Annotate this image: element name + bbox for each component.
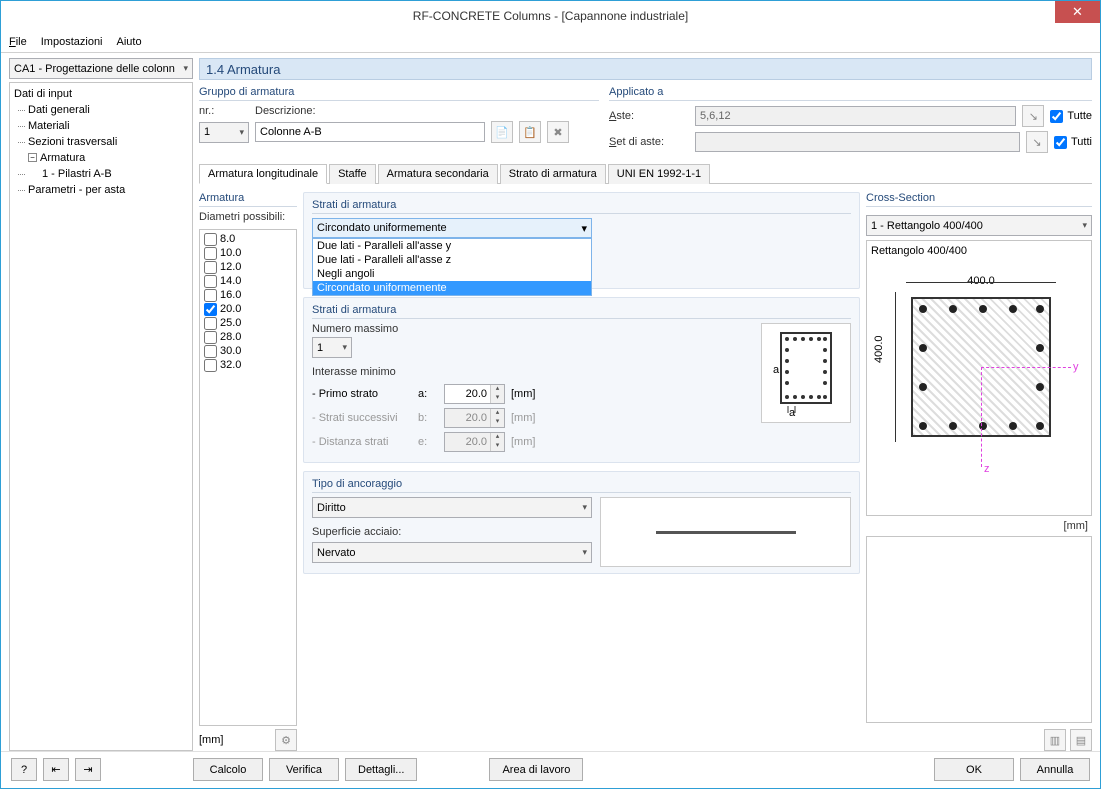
case-combo[interactable]: CA1 - Progettazione delle colonn ▾ [9, 58, 193, 79]
cs-unit: [mm] [866, 520, 1092, 532]
section-title: Strati di armatura [312, 304, 851, 319]
set-label: Set di aste: [609, 136, 689, 148]
tab-staffe[interactable]: Staffe [329, 164, 376, 184]
tab-strato[interactable]: Strato di armatura [500, 164, 606, 184]
menu-help[interactable]: Aiuto [117, 36, 142, 48]
section-title: Cross-Section [866, 192, 1092, 207]
anchor-type-combo[interactable]: Diritto▾ [312, 497, 592, 518]
verify-button[interactable]: Verifica [269, 758, 339, 781]
menu-settings[interactable]: Impostazioni [41, 36, 103, 48]
diameter-option[interactable]: 10.0 [204, 246, 292, 260]
cs-info-box [866, 536, 1092, 723]
aste-input[interactable] [695, 106, 1016, 126]
section-title: Strati di armatura [312, 199, 851, 214]
dropdown-option[interactable]: Circondato uniformemente [313, 281, 591, 295]
dropdown-option[interactable]: Negli angoli [313, 267, 591, 281]
copy-icon[interactable]: 📋 [519, 121, 541, 143]
desc-label: Descrizione: [255, 105, 316, 117]
calc-button[interactable]: Calcolo [193, 758, 263, 781]
cross-section-view: Rettangolo 400/400 400.0 400.0 [866, 240, 1092, 516]
dropdown-list[interactable]: Due lati - Paralleli all'asse y Due lati… [312, 238, 592, 296]
svg-text:a: a [789, 407, 796, 418]
nr-combo[interactable]: 1▾ [199, 122, 249, 143]
desc-input[interactable] [255, 122, 485, 142]
ok-button[interactable]: OK [934, 758, 1014, 781]
nr-label: nr.: [199, 105, 249, 117]
tab-norm[interactable]: UNI EN 1992-1-1 [608, 164, 710, 184]
close-button[interactable]: ✕ [1055, 1, 1100, 23]
menu-bar: File Impostazioni Aiuto [1, 31, 1100, 53]
dropdown-option[interactable]: Due lati - Paralleli all'asse z [313, 253, 591, 267]
interasse-label: Interasse minimo [312, 366, 751, 378]
tree-item[interactable]: Dati generali [14, 102, 188, 118]
help-button[interactable]: ? [11, 758, 37, 781]
window-title: RF-CONCRETE Columns - [Capannone industr… [413, 9, 688, 23]
diameter-option[interactable]: 30.0 [204, 344, 292, 358]
new-icon[interactable]: 📄 [491, 121, 513, 143]
tree-item[interactable]: Materiali [14, 118, 188, 134]
settings-icon[interactable]: ⚙ [275, 729, 297, 751]
details-button[interactable]: Dettagli... [345, 758, 417, 781]
section-title: Tipo di ancoraggio [312, 478, 851, 493]
surface-combo[interactable]: Nervato▾ [312, 542, 592, 563]
layout-preview: a a [761, 323, 851, 423]
diameter-option[interactable]: 28.0 [204, 330, 292, 344]
pick-icon[interactable]: ↘ [1026, 131, 1048, 153]
delete-icon[interactable]: ✖ [547, 121, 569, 143]
diam-label: Diametri possibili: [199, 211, 297, 223]
nummax-combo[interactable]: 1▾ [312, 337, 352, 358]
diameter-option[interactable]: 32.0 [204, 358, 292, 372]
tree-root[interactable]: Dati di input [14, 86, 188, 102]
tree-item[interactable]: 1 - Pilastri A-B [14, 166, 188, 182]
chevron-down-icon: ▾ [183, 63, 188, 74]
tree-item[interactable]: −Armatura [14, 150, 188, 166]
dropdown-option[interactable]: Due lati - Paralleli all'asse y [313, 239, 591, 253]
cs-btn-1[interactable]: ▥ [1044, 729, 1066, 751]
cs-combo[interactable]: 1 - Rettangolo 400/400▾ [866, 215, 1092, 236]
tabs: Armatura longitudinale Staffe Armatura s… [199, 163, 1092, 184]
layout-dropdown[interactable]: Circondato uniformemente▾ Due lati - Par… [312, 218, 851, 238]
diameter-option[interactable]: 12.0 [204, 260, 292, 274]
group-header: Applicato a [609, 86, 1092, 101]
unit-label: [mm] [199, 734, 223, 746]
menu-file[interactable]: File [9, 36, 27, 48]
all-set-check[interactable]: Tutti [1054, 136, 1092, 149]
set-input[interactable] [695, 132, 1020, 152]
all-aste-check[interactable]: Tutte [1050, 110, 1092, 123]
anchor-preview [600, 497, 851, 567]
cancel-button[interactable]: Annulla [1020, 758, 1090, 781]
b-spinner: ▴▾ [444, 408, 505, 428]
title-bar: RF-CONCRETE Columns - [Capannone industr… [1, 1, 1100, 31]
diameter-list[interactable]: 8.010.012.014.016.020.025.028.030.032.0 [199, 229, 297, 726]
aste-label: Aste: [609, 110, 689, 122]
pick-icon[interactable]: ↘ [1022, 105, 1044, 127]
diameter-option[interactable]: 25.0 [204, 316, 292, 330]
tab-longitudinal[interactable]: Armatura longitudinale [199, 164, 327, 184]
next-button[interactable]: ⇥ [75, 758, 101, 781]
prev-button[interactable]: ⇤ [43, 758, 69, 781]
diameter-option[interactable]: 14.0 [204, 274, 292, 288]
cs-btn-2[interactable]: ▤ [1070, 729, 1092, 751]
a-spinner[interactable]: ▴▾ [444, 384, 505, 404]
svg-text:a: a [773, 364, 780, 376]
workspace-button[interactable]: Area di lavoro [489, 758, 583, 781]
diameter-option[interactable]: 8.0 [204, 232, 292, 246]
group-header: Gruppo di armatura [199, 86, 599, 101]
nav-tree[interactable]: Dati di input Dati generali Materiali Se… [9, 82, 193, 751]
section-title: Armatura [199, 192, 297, 207]
footer: ? ⇤ ⇥ Calcolo Verifica Dettagli... Area … [1, 751, 1100, 787]
tree-item[interactable]: Parametri - per asta [14, 182, 188, 198]
page-title: 1.4 Armatura [199, 58, 1092, 80]
diameter-option[interactable]: 16.0 [204, 288, 292, 302]
tab-secondaria[interactable]: Armatura secondaria [378, 164, 498, 184]
tree-item[interactable]: Sezioni trasversali [14, 134, 188, 150]
e-spinner: ▴▾ [444, 432, 505, 452]
diameter-option[interactable]: 20.0 [204, 302, 292, 316]
nummax-label: Numero massimo [312, 323, 751, 335]
surf-label: Superficie acciaio: [312, 526, 592, 538]
